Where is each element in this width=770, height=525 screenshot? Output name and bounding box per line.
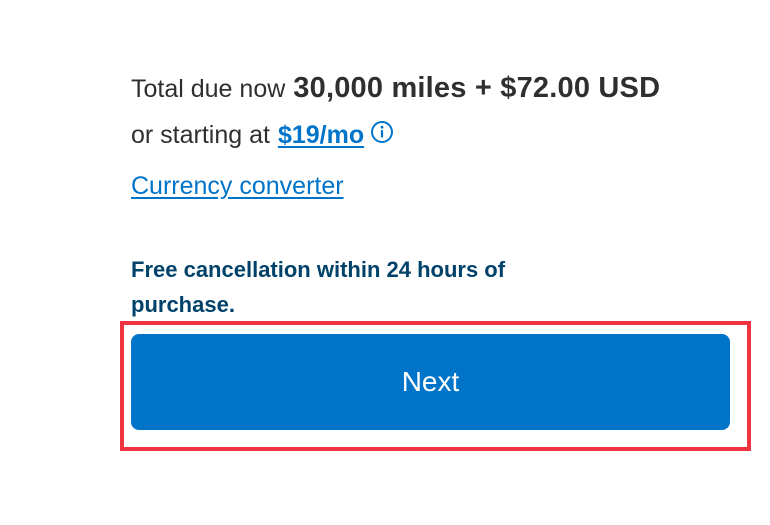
info-circle-icon[interactable]	[370, 120, 394, 144]
monthly-payment-line: or starting at $19/mo	[131, 117, 394, 153]
monthly-payment-link[interactable]: $19/mo	[278, 121, 364, 150]
starting-at-label: or starting at	[131, 120, 270, 149]
free-cancellation-note: Free cancellation within 24 hours of pur…	[131, 257, 506, 317]
checkout-summary-panel: Total due now 30,000 miles + $72.00 USD …	[0, 0, 770, 525]
total-due-amount: 30,000 miles + $72.00 USD	[293, 72, 661, 104]
currency-converter-link[interactable]: Currency converter	[131, 172, 344, 208]
total-due-line: Total due now 30,000 miles + $72.00 USD	[131, 72, 660, 112]
next-button[interactable]: Next	[131, 334, 730, 430]
total-due-label: Total due now	[131, 75, 286, 103]
